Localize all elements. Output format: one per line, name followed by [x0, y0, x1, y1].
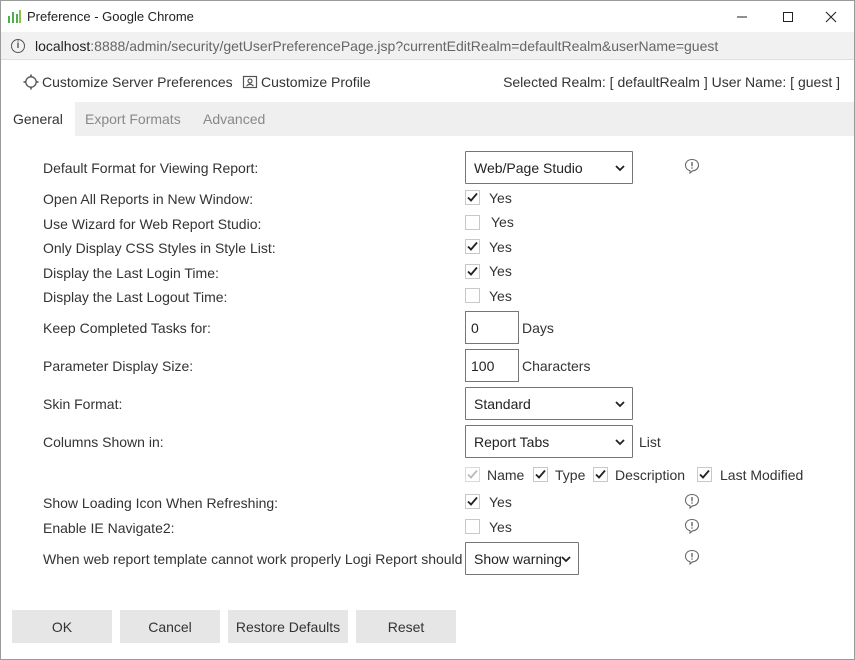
help-icon[interactable] [684, 518, 700, 534]
column-type-label: Type [555, 467, 586, 483]
tab-export-formats[interactable]: Export Formats [73, 102, 193, 136]
checkmark-icon [595, 469, 606, 479]
customize-profile-label: Customize Profile [261, 74, 371, 90]
tab-advanced[interactable]: Advanced [191, 102, 277, 136]
keep-tasks-input[interactable]: 0 [465, 311, 519, 344]
title-bar: Preference - Google Chrome [1, 1, 854, 32]
maximize-button[interactable] [765, 1, 811, 32]
column-name-checkbox[interactable] [465, 467, 480, 482]
last-logout-option: Yes [489, 288, 512, 304]
tab-strip: General Export Formats Advanced [1, 102, 854, 136]
maximize-icon [783, 11, 793, 22]
checkmark-icon [467, 496, 478, 506]
loading-icon-label: Show Loading Icon When Refreshing: [43, 495, 279, 511]
open-new-window-checkbox[interactable] [465, 190, 480, 205]
columns-shown-label: Columns Shown in: [43, 434, 164, 450]
checkmark-icon [535, 469, 546, 479]
help-icon[interactable] [684, 493, 700, 509]
column-type-checkbox[interactable] [533, 467, 548, 482]
columns-shown-unit: List [639, 434, 661, 450]
open-new-window-label: Open All Reports in New Window: [43, 191, 254, 207]
chevron-down-icon [615, 401, 625, 408]
loading-icon-checkbox[interactable] [465, 494, 480, 509]
customize-profile-link[interactable]: Customize Profile [242, 74, 371, 90]
ie-navigate-checkbox[interactable] [465, 519, 480, 534]
only-css-checkbox[interactable] [465, 239, 480, 254]
only-css-option: Yes [489, 239, 512, 255]
help-icon[interactable] [684, 158, 700, 174]
default-format-select[interactable]: Web/Page Studio [465, 151, 633, 184]
default-format-value: Web/Page Studio [474, 159, 583, 176]
chevron-down-icon [615, 165, 625, 172]
restore-defaults-button[interactable]: Restore Defaults [228, 610, 348, 643]
checkmark-icon [467, 192, 478, 202]
use-wizard-checkbox[interactable] [465, 215, 480, 230]
column-name-label: Name [487, 467, 525, 483]
last-login-label: Display the Last Login Time: [43, 265, 219, 281]
column-description-label: Description [615, 467, 686, 483]
skin-format-value: Standard [474, 395, 531, 412]
chevron-down-icon [615, 439, 625, 446]
checkmark-icon [467, 469, 478, 479]
loading-icon-option: Yes [489, 494, 512, 510]
use-wizard-option: Yes [491, 214, 514, 230]
help-icon[interactable] [684, 549, 700, 565]
gear-icon [23, 74, 39, 90]
tab-general[interactable]: General [1, 102, 75, 136]
open-new-window-option: Yes [489, 190, 512, 206]
param-size-label: Parameter Display Size: [43, 358, 194, 374]
browser-window: Preference - Google Chrome i localhost:8… [0, 0, 855, 660]
only-css-label: Only Display CSS Styles in Style List: [43, 240, 276, 256]
checkmark-icon [467, 266, 478, 276]
column-description-checkbox[interactable] [593, 467, 608, 482]
minimize-icon [737, 16, 747, 17]
last-login-option: Yes [489, 263, 512, 279]
customize-server-preferences-link[interactable]: Customize Server Preferences [23, 74, 233, 90]
minimize-button[interactable] [719, 1, 765, 32]
url-text: localhost:8888/admin/security/getUserPre… [35, 38, 718, 54]
chevron-down-icon [561, 556, 571, 563]
skin-format-label: Skin Format: [43, 396, 123, 412]
use-wizard-label: Use Wizard for Web Report Studio: [43, 216, 262, 232]
checkmark-icon [467, 241, 478, 251]
skin-format-select[interactable]: Standard [465, 387, 633, 420]
param-size-unit: Characters [522, 358, 591, 374]
last-logout-label: Display the Last Logout Time: [43, 289, 228, 305]
template-warning-select[interactable]: Show warning [465, 542, 579, 575]
ok-button[interactable]: OK [12, 610, 112, 643]
customize-server-label: Customize Server Preferences [42, 74, 233, 90]
cancel-button[interactable]: Cancel [120, 610, 220, 643]
url-path: :8888/admin/security/getUserPreferencePa… [90, 38, 719, 54]
template-warning-label: When web report template cannot work pro… [43, 551, 463, 567]
profile-icon [242, 75, 258, 89]
realm-user-info: Selected Realm: [ defaultRealm ] User Na… [503, 74, 840, 90]
checkmark-icon [699, 469, 710, 479]
keep-tasks-label: Keep Completed Tasks for: [43, 320, 211, 336]
ie-navigate-label: Enable IE Navigate2: [43, 520, 175, 536]
site-info-icon[interactable]: i [11, 39, 25, 53]
url-host: localhost [35, 38, 91, 54]
page-toolbar: Customize Server Preferences Customize P… [1, 60, 854, 102]
last-login-checkbox[interactable] [465, 264, 480, 279]
column-last-modified-checkbox[interactable] [697, 467, 712, 482]
last-logout-checkbox[interactable] [465, 288, 480, 303]
app-icon [8, 10, 21, 23]
window-title: Preference - Google Chrome [27, 9, 194, 24]
columns-shown-value: Report Tabs [474, 433, 550, 450]
ie-navigate-option: Yes [489, 519, 512, 535]
address-bar[interactable]: i localhost:8888/admin/security/getUserP… [1, 32, 854, 60]
keep-tasks-unit: Days [522, 320, 554, 336]
template-warning-value: Show warning [474, 550, 562, 567]
columns-shown-select[interactable]: Report Tabs [465, 425, 633, 458]
param-size-input[interactable]: 100 [465, 349, 519, 382]
default-format-label: Default Format for Viewing Report: [43, 160, 259, 176]
reset-button[interactable]: Reset [356, 610, 456, 643]
close-icon [825, 11, 837, 22]
close-window-button[interactable] [808, 1, 854, 32]
column-last-modified-label: Last Modified [720, 467, 804, 483]
